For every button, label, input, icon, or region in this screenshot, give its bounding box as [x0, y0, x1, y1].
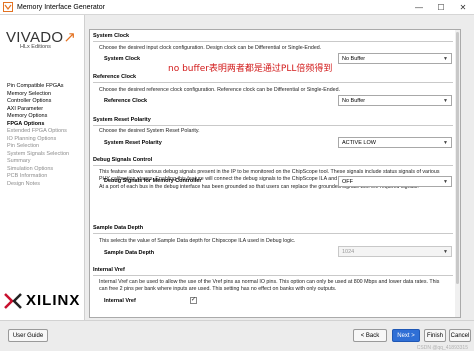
- sample-depth-label: Sample Data Depth: [104, 250, 155, 256]
- user-guide-button[interactable]: User Guide: [8, 329, 48, 342]
- back-button[interactable]: < Back: [353, 329, 387, 342]
- nav-item-system-signals-selection: System Signals Selection: [7, 150, 70, 157]
- section-divider: [93, 41, 453, 42]
- system-reset-description: Choose the desired System Reset Polarity…: [99, 128, 200, 134]
- section-title-internal-vref: Internal Vref: [93, 267, 125, 273]
- section-divider: [93, 275, 453, 276]
- nav-item-io-planning-options: IO Planning Options: [7, 135, 57, 142]
- app-icon: [3, 2, 13, 12]
- internal-vref-label: Internal Vref: [104, 298, 136, 304]
- system-clock-label: System Clock: [104, 56, 141, 62]
- section-title-system-clock: System Clock: [93, 33, 130, 39]
- logo-mark: ↗: [63, 29, 76, 46]
- internal-vref-checkbox[interactable]: ✓: [190, 297, 197, 304]
- reference-clock-value: No Buffer: [342, 97, 366, 104]
- debug-signals-label: Debug Signals for Memory Controller: [104, 178, 202, 184]
- minimize-button[interactable]: —: [408, 0, 430, 15]
- debug-signals-select[interactable]: OFF ▼: [338, 176, 452, 187]
- sample-depth-value: 1024: [342, 248, 355, 255]
- xilinx-mark-icon: [4, 292, 22, 309]
- section-title-sample-data-depth: Sample Data Depth: [93, 225, 144, 231]
- chevron-down-icon: ▼: [443, 249, 448, 255]
- system-clock-description: Choose the desired input clock configura…: [99, 45, 322, 51]
- nav-item-fpga-options[interactable]: FPGA Options: [7, 121, 69, 129]
- close-button[interactable]: ✕: [452, 0, 474, 15]
- window-titlebar: Memory Interface Generator — ☐ ✕: [0, 0, 474, 15]
- nav-item-simulation-options: Simulation Options: [7, 165, 54, 172]
- cancel-button[interactable]: Cancel: [449, 329, 471, 342]
- vivado-logo: VIVADO↗ HLx Editions: [6, 28, 76, 50]
- finish-button[interactable]: Finish: [424, 329, 446, 342]
- internal-vref-description: Internal Vref can be used to allow the u…: [99, 279, 440, 293]
- scrollbar-thumb[interactable]: [456, 32, 459, 284]
- next-button[interactable]: Next >: [392, 329, 420, 342]
- section-divider: [93, 82, 453, 83]
- nav-item-memory-selection[interactable]: Memory Selection: [7, 91, 69, 99]
- button-bar: User Guide < Back Next > Finish Cancel C…: [0, 320, 474, 351]
- chevron-down-icon: ▼: [443, 56, 448, 62]
- left-pane: VIVADO↗ HLx Editions Pin Compatible FPGA…: [0, 15, 85, 320]
- nav-item-pin-compatible-fpgas[interactable]: Pin Compatible FPGAs: [7, 83, 69, 91]
- reference-clock-select[interactable]: No Buffer ▼: [338, 95, 452, 106]
- section-title-reference-clock: Reference Clock: [93, 74, 137, 80]
- nav-item-pcb-information: PCB Information: [7, 173, 48, 179]
- nav-item-design-notes: Design Notes: [7, 180, 41, 187]
- xilinx-logo: XILINX: [4, 292, 80, 309]
- chevron-down-icon: ▼: [443, 98, 448, 104]
- panel-scrollbar[interactable]: [455, 30, 460, 317]
- section-title-system-reset-polarity: System Reset Polarity: [93, 117, 151, 123]
- section-divider: [93, 165, 453, 166]
- system-reset-select[interactable]: ACTIVE LOW ▼: [338, 137, 452, 148]
- sample-depth-description: This selects the value of Sample Data de…: [99, 238, 296, 244]
- reference-clock-description: Choose the desired reference clock confi…: [99, 87, 341, 93]
- nav-item-controller-options[interactable]: Controller Options: [7, 98, 69, 106]
- system-clock-select[interactable]: No Buffer ▼: [338, 53, 452, 64]
- section-divider: [93, 125, 453, 126]
- nav-item-axi-parameter[interactable]: AXI Parameter: [7, 106, 69, 114]
- nav-item-summary: Summary: [7, 158, 31, 164]
- system-clock-value: No Buffer: [342, 55, 366, 62]
- xilinx-name: XILINX: [26, 292, 81, 309]
- nav-item-memory-options[interactable]: Memory Options: [7, 113, 69, 121]
- system-reset-label: System Reset Polarity: [104, 140, 162, 146]
- reference-clock-label: Reference Clock: [104, 98, 148, 104]
- nav-item-extended-fpga-options: Extended FPGA Options: [7, 128, 67, 134]
- sample-depth-select: 1024 ▼: [338, 246, 452, 257]
- annotation-text: no buffer表明两者都是通过PLL倍频得到: [168, 64, 333, 74]
- nav-item-pin-selection: Pin Selection: [7, 143, 40, 149]
- chevron-down-icon: ▼: [443, 179, 448, 185]
- debug-signals-value: OFF: [342, 178, 353, 185]
- maximize-button[interactable]: ☐: [430, 0, 452, 15]
- chevron-down-icon: ▼: [443, 140, 448, 146]
- window-title: Memory Interface Generator: [17, 3, 105, 11]
- wizard-nav: Pin Compatible FPGAs Memory Selection Co…: [7, 83, 69, 188]
- watermark: CSDN @qq_41893315: [416, 345, 468, 351]
- system-reset-value: ACTIVE LOW: [342, 139, 376, 146]
- section-title-debug-signals: Debug Signals Control: [93, 157, 153, 163]
- section-divider: [93, 233, 453, 234]
